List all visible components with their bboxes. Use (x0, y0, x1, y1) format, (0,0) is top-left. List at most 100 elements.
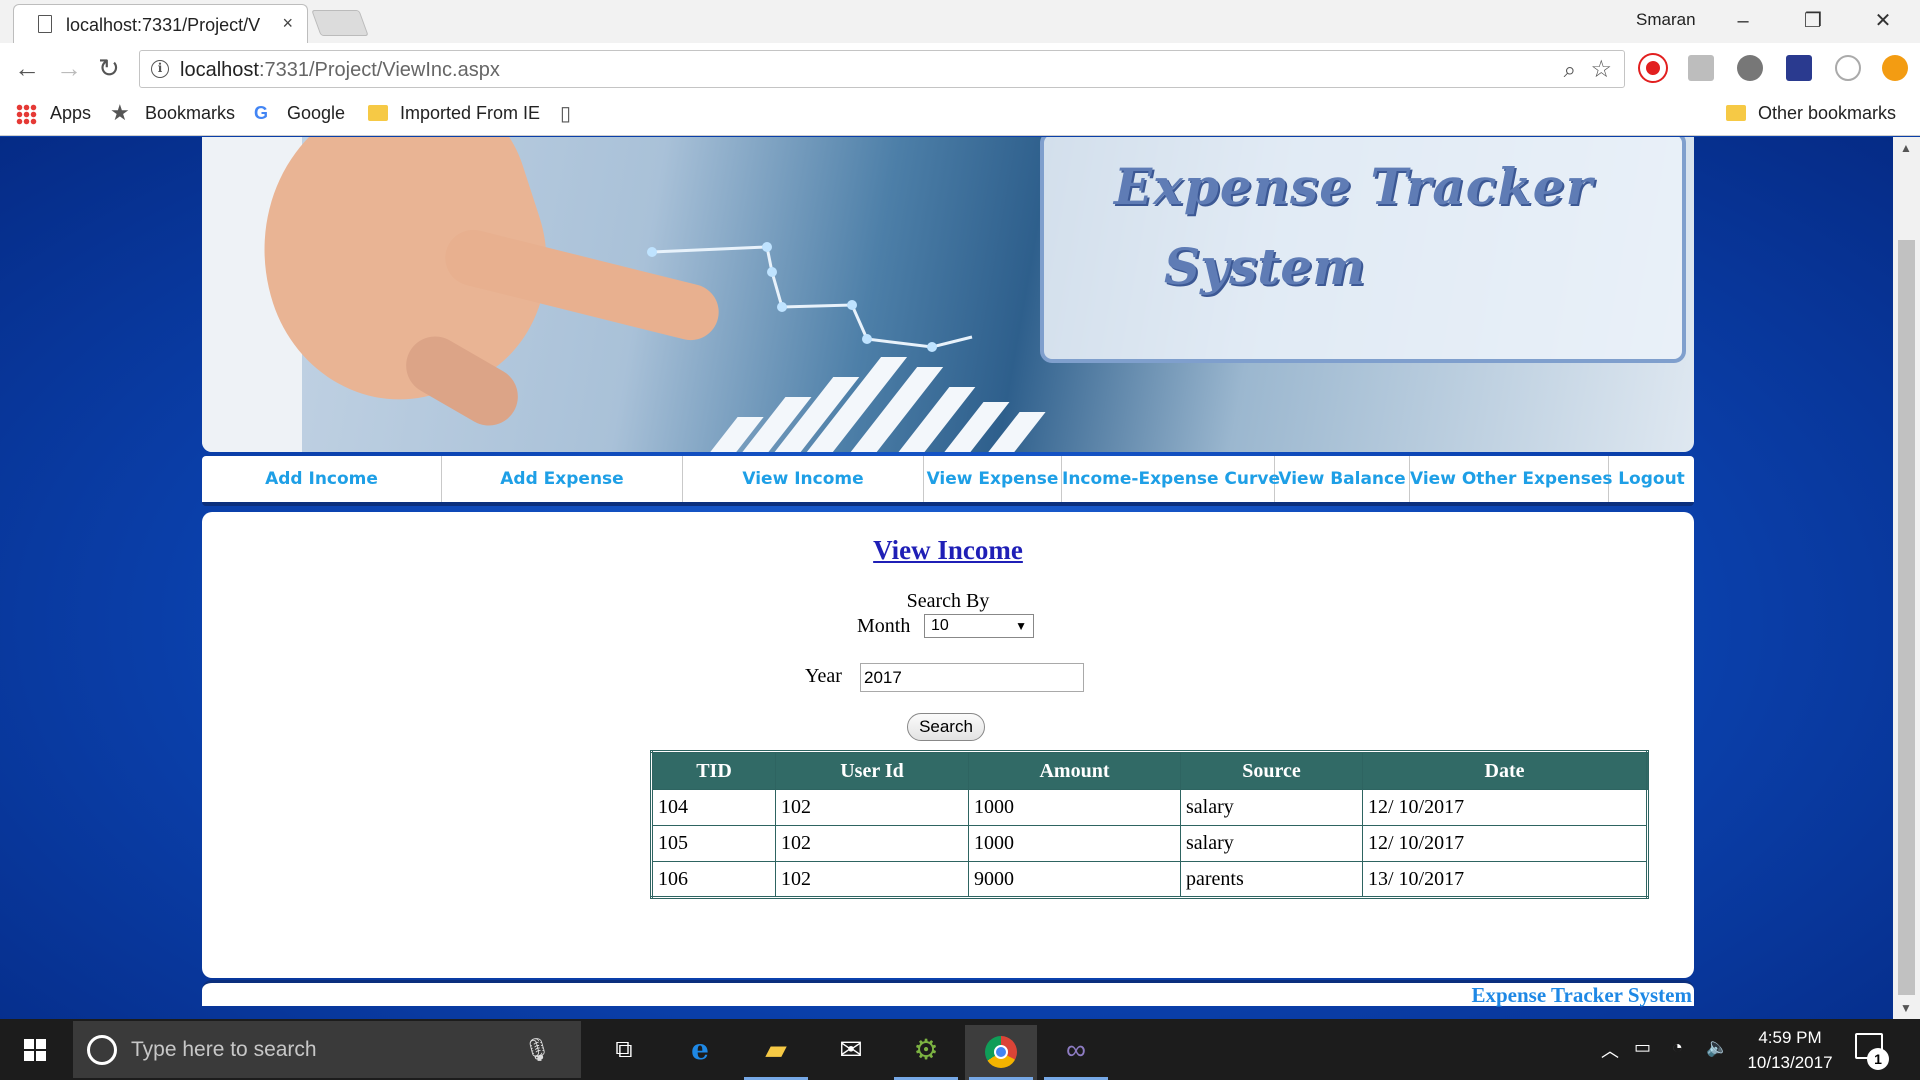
back-arrow-icon[interactable]: ← (14, 55, 40, 81)
income-table: TID User Id Amount Source Date 104 102 1… (650, 750, 1649, 899)
browser-tab[interactable]: localhost:7331/Project/V × (13, 4, 308, 43)
menu-add-expense[interactable]: Add Expense (442, 456, 683, 502)
bookmark-other[interactable]: Other bookmarks (1726, 103, 1896, 124)
flag-extension-icon[interactable] (1786, 55, 1812, 81)
cell-tid: 106 (651, 861, 776, 898)
new-tab-button[interactable] (311, 10, 369, 36)
menu-view-expense[interactable]: View Expense (924, 456, 1062, 502)
reload-icon[interactable]: ↻ (98, 55, 120, 81)
banner-line-graphic (647, 242, 973, 352)
folder-icon (368, 105, 388, 121)
android-studio-icon[interactable]: ⚙ (890, 1025, 962, 1080)
tray-overflow-chevron-icon[interactable]: ︿ (1601, 1037, 1619, 1063)
bookmarks-star-icon: ★ (110, 100, 130, 125)
content-panel: View Income Search By Month 10 ▼ Year 20… (202, 512, 1694, 978)
cell-user-id: 102 (775, 789, 969, 826)
menu-view-income[interactable]: View Income (683, 456, 924, 502)
table-row: 106 102 9000 parents 13/ 10/2017 (651, 861, 1648, 898)
browser-titlebar: localhost:7331/Project/V × Smaran – ❐ ✕ (0, 0, 1920, 43)
menu-view-balance[interactable]: View Balance (1275, 456, 1410, 502)
page-heading-link[interactable]: View Income (202, 535, 1694, 566)
page-footer: Expense Tracker System (202, 980, 1694, 1007)
bookmark-imported-from-ie[interactable]: Imported From IE (368, 103, 540, 124)
cell-source: salary (1180, 789, 1363, 826)
dropdown-arrow-icon: ▼ (1015, 619, 1027, 633)
web-page: Expense Tracker System Add Income Add Ex… (0, 137, 1893, 1019)
folder-icon (1726, 105, 1746, 121)
edge-browser-icon[interactable]: e (664, 1025, 736, 1080)
banner-title-panel: Expense Tracker System (1040, 137, 1686, 363)
taskbar-clock[interactable]: 4:59 PM 10/13/2017 (1740, 1025, 1840, 1075)
bag-extension-icon[interactable] (1688, 55, 1714, 81)
menu-income-expense-curve[interactable]: Income-Expense Curve (1062, 456, 1280, 502)
scrollbar-thumb[interactable] (1898, 240, 1915, 995)
page-scrollbar[interactable]: ▲ ▼ (1893, 137, 1920, 1019)
chrome-logo-icon (985, 1035, 1017, 1068)
footer-text: Expense Tracker System (1471, 983, 1693, 1007)
battery-icon[interactable]: ▭ (1634, 1037, 1651, 1058)
cortana-icon (87, 1035, 117, 1065)
address-url[interactable]: localhost:7331/Project/ViewInc.aspx (180, 59, 500, 82)
cell-user-id: 102 (775, 825, 969, 862)
menu-add-income[interactable]: Add Income (202, 456, 442, 502)
taskbar-search-box[interactable]: Type here to search 🎙 (73, 1021, 581, 1078)
cell-tid: 104 (651, 789, 776, 826)
windows-taskbar: Type here to search 🎙 ⧉ e ▰ ✉ ⚙ ∞ ︿ ▭ ◔ … (0, 1019, 1920, 1080)
chrome-taskbar-icon[interactable] (965, 1025, 1037, 1080)
mail-icon[interactable]: ✉ (815, 1025, 887, 1080)
site-info-icon[interactable]: i (151, 60, 169, 78)
notification-count-badge: 1 (1867, 1048, 1889, 1070)
volume-icon[interactable]: 🔈 (1706, 1037, 1728, 1058)
chrome-menu-alert-icon[interactable] (1882, 55, 1908, 81)
scroll-down-arrow-icon[interactable]: ▼ (1900, 1001, 1912, 1015)
sync-extension-icon[interactable] (1835, 55, 1861, 81)
wifi-icon[interactable]: ◔ (1672, 1037, 1683, 1058)
header-user-id: User Id (775, 751, 969, 790)
visual-studio-icon[interactable]: ∞ (1040, 1025, 1112, 1080)
banner-title-line1: Expense Tracker (1114, 157, 1593, 216)
address-bar[interactable]: i localhost:7331/Project/ViewInc.aspx ⌕ … (139, 50, 1625, 88)
tab-close-icon[interactable]: × (282, 13, 293, 34)
cell-amount: 1000 (968, 825, 1181, 862)
minimize-button[interactable]: – (1718, 6, 1768, 36)
cell-amount: 1000 (968, 789, 1181, 826)
banner-title-line2: System (1164, 237, 1366, 296)
header-date: Date (1362, 751, 1648, 790)
year-input[interactable]: 2017 (860, 663, 1084, 692)
cell-source: salary (1180, 825, 1363, 862)
search-by-label: Search By (906, 590, 990, 612)
file-explorer-icon[interactable]: ▰ (740, 1025, 812, 1080)
microphone-icon[interactable]: 🎙 (523, 1037, 551, 1063)
task-view-icon[interactable]: ⧉ (588, 1025, 660, 1080)
clock-time: 4:59 PM (1758, 1028, 1822, 1047)
page-icon (38, 15, 52, 33)
bookmark-star-icon[interactable]: ☆ (1590, 55, 1612, 84)
close-window-button[interactable]: ✕ (1858, 6, 1908, 36)
page-bookmark-icon[interactable]: ▯ (560, 101, 571, 126)
bookmark-bookmarks[interactable]: Bookmarks (145, 103, 235, 124)
search-button[interactable]: Search (907, 713, 985, 741)
forward-arrow-icon[interactable]: → (56, 55, 82, 81)
cell-source: parents (1180, 861, 1363, 898)
menu-logout[interactable]: Logout (1609, 456, 1694, 502)
profile-name[interactable]: Smaran (1636, 10, 1696, 30)
month-select-value: 10 (931, 617, 949, 634)
month-select[interactable]: 10 ▼ (924, 614, 1034, 638)
bookmark-google[interactable]: Google (287, 103, 345, 124)
bookmark-apps[interactable]: Apps (50, 103, 91, 124)
bookmark-other-label: Other bookmarks (1758, 103, 1897, 123)
cell-tid: 105 (651, 825, 776, 862)
menu-view-other-expenses[interactable]: View Other Expenses (1410, 456, 1613, 502)
scroll-up-arrow-icon[interactable]: ▲ (1900, 141, 1912, 155)
browser-toolbar: ← → ↻ i localhost:7331/Project/ViewInc.a… (0, 43, 1920, 93)
opera-extension-icon[interactable] (1640, 55, 1666, 81)
apps-grid-icon (16, 104, 37, 125)
zoom-icon[interactable]: ⌕ (1564, 57, 1576, 83)
header-banner: Expense Tracker System (202, 137, 1694, 452)
film-extension-icon[interactable] (1737, 55, 1763, 81)
cell-amount: 9000 (968, 861, 1181, 898)
windows-start-icon[interactable] (24, 1039, 46, 1061)
url-host: localhost (180, 59, 259, 81)
restore-button[interactable]: ❐ (1788, 6, 1838, 36)
header-amount: Amount (968, 751, 1181, 790)
